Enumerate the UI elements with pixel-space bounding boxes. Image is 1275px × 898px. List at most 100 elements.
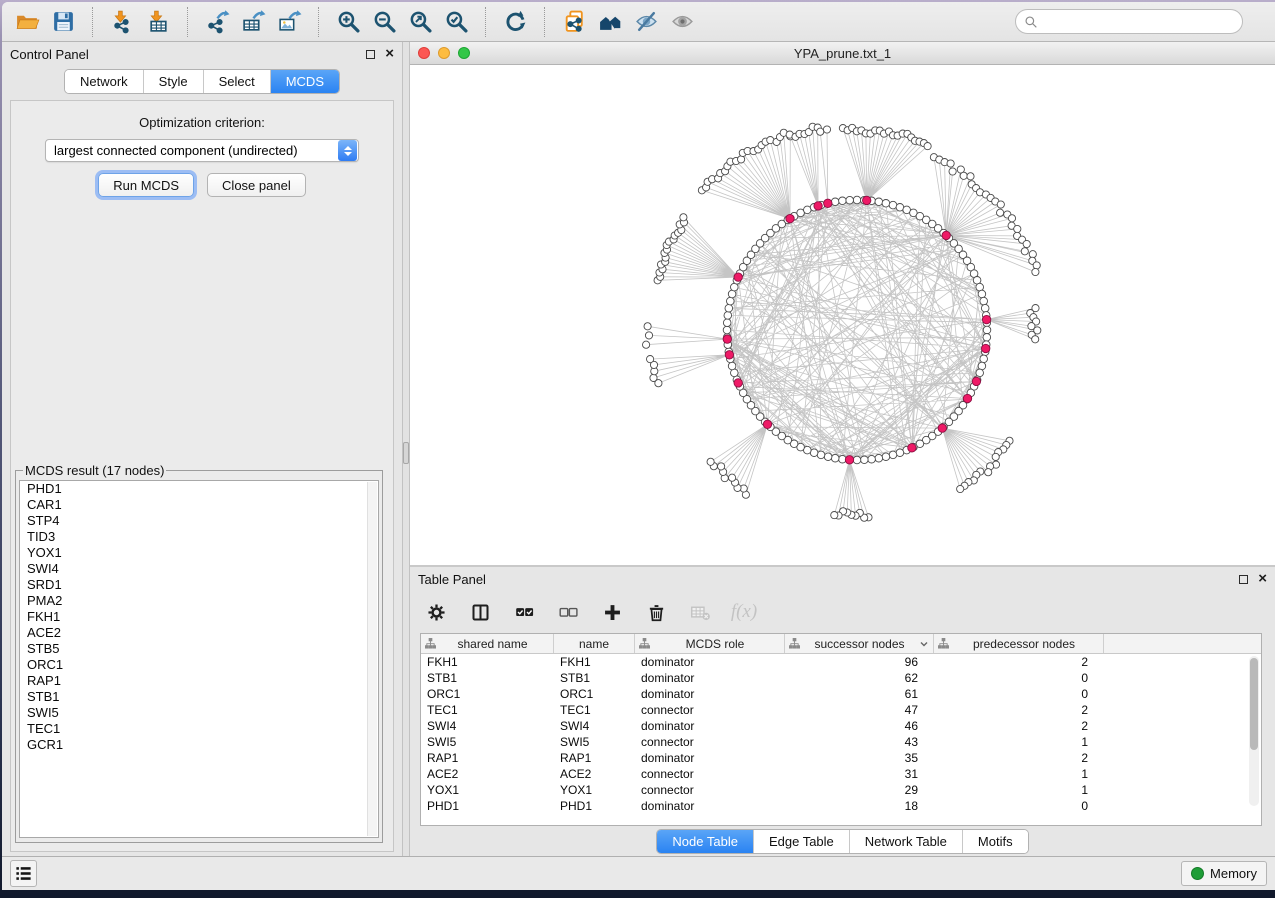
mcds-hub-node[interactable] (938, 424, 946, 432)
network-node[interactable] (983, 326, 991, 334)
mcds-result-item[interactable]: SWI4 (20, 561, 378, 577)
network-node[interactable] (725, 304, 733, 312)
optimization-criterion-select[interactable]: largest connected component (undirected) (45, 139, 359, 162)
zoom-in-button[interactable] (333, 7, 363, 37)
network-node[interactable] (924, 143, 931, 150)
column-header-predecessor-nodes[interactable]: predecessor nodes (934, 634, 1104, 653)
network-node[interactable] (718, 463, 725, 470)
table-row[interactable]: TEC1TEC1connector472 (421, 702, 1261, 718)
network-node[interactable] (728, 290, 736, 298)
home-view-button[interactable] (595, 7, 625, 37)
column-layout-button[interactable] (468, 600, 492, 624)
network-node[interactable] (729, 474, 736, 481)
show-all-button[interactable] (667, 7, 697, 37)
mcds-hub-node[interactable] (982, 315, 990, 323)
network-node[interactable] (831, 512, 838, 519)
mcds-hub-node[interactable] (824, 199, 832, 207)
export-image-button[interactable] (274, 7, 304, 37)
network-node[interactable] (882, 453, 890, 461)
network-node[interactable] (980, 297, 988, 305)
table-row[interactable]: PHD1PHD1dominator180 (421, 798, 1261, 814)
table-row[interactable]: SWI4SWI4dominator462 (421, 718, 1261, 734)
network-node[interactable] (980, 355, 988, 363)
mcds-result-item[interactable]: YOX1 (20, 545, 378, 561)
network-node[interactable] (707, 458, 714, 465)
mcds-result-item[interactable]: TEC1 (20, 721, 378, 737)
network-node[interactable] (644, 323, 651, 330)
network-node[interactable] (896, 449, 904, 457)
network-node[interactable] (1032, 268, 1039, 275)
network-node[interactable] (723, 326, 731, 334)
network-node[interactable] (981, 304, 989, 312)
mcds-hub-node[interactable] (845, 456, 853, 464)
mcds-hub-node[interactable] (863, 196, 871, 204)
network-node[interactable] (889, 201, 897, 209)
tab-node-table[interactable]: Node Table (657, 830, 753, 853)
mcds-hub-node[interactable] (972, 377, 980, 385)
deselect-all-button[interactable] (556, 600, 580, 624)
network-node[interactable] (727, 297, 735, 305)
mcds-result-item[interactable]: STB5 (20, 641, 378, 657)
network-node[interactable] (992, 453, 999, 460)
tab-select[interactable]: Select (203, 70, 270, 93)
table-scrollbar[interactable] (1249, 656, 1259, 806)
import-table-from-file-button[interactable] (143, 7, 173, 37)
column-header-MCDS-role[interactable]: MCDS role (635, 634, 785, 653)
table-row[interactable]: ACE2ACE2connector311 (421, 766, 1261, 782)
mcds-result-item[interactable]: PMA2 (20, 593, 378, 609)
tab-edge-table[interactable]: Edge Table (753, 830, 849, 853)
network-node[interactable] (1008, 215, 1015, 222)
network-node[interactable] (728, 362, 736, 370)
mcds-result-item[interactable]: ACE2 (20, 625, 378, 641)
select-all-button[interactable] (512, 600, 536, 624)
network-node[interactable] (1021, 248, 1028, 255)
close-panel-icon[interactable]: × (385, 48, 394, 60)
network-node[interactable] (723, 319, 731, 327)
network-node[interactable] (817, 128, 824, 135)
network-node[interactable] (976, 283, 984, 291)
column-header-successor-nodes[interactable]: successor nodes (785, 634, 934, 653)
table-row[interactable]: FKH1FKH1dominator962 (421, 654, 1261, 670)
add-column-button[interactable] (600, 600, 624, 624)
network-node[interactable] (967, 173, 974, 180)
mcds-result-item[interactable]: SWI5 (20, 705, 378, 721)
network-node[interactable] (643, 341, 650, 348)
network-window-titlebar[interactable]: YPA_prune.txt_1 (410, 42, 1275, 65)
network-clone-button[interactable] (559, 7, 589, 37)
mcds-result-item[interactable]: RAP1 (20, 673, 378, 689)
network-node[interactable] (1014, 225, 1021, 232)
table-scrollbar-thumb[interactable] (1250, 658, 1258, 750)
mcds-hub-node[interactable] (763, 420, 771, 428)
table-row[interactable]: SWI5SWI5connector431 (421, 734, 1261, 750)
network-node[interactable] (1032, 336, 1039, 343)
network-node[interactable] (960, 172, 967, 179)
network-node[interactable] (817, 451, 825, 459)
import-network-from-file-button[interactable] (107, 7, 137, 37)
network-node[interactable] (997, 201, 1004, 208)
network-node[interactable] (985, 469, 992, 476)
hide-selected-button[interactable] (631, 7, 661, 37)
network-node[interactable] (853, 196, 861, 204)
mcds-hub-node[interactable] (734, 379, 742, 387)
export-table-button[interactable] (238, 7, 268, 37)
float-table-panel-icon[interactable] (1239, 575, 1248, 584)
mcds-result-item[interactable]: STP4 (20, 513, 378, 529)
network-node[interactable] (650, 374, 657, 381)
network-node[interactable] (978, 290, 986, 298)
network-node[interactable] (882, 200, 890, 208)
network-node[interactable] (983, 334, 991, 342)
mcds-result-item[interactable]: PHD1 (20, 481, 378, 497)
tab-motifs[interactable]: Motifs (962, 830, 1028, 853)
zoom-fit-button[interactable] (405, 7, 435, 37)
network-node[interactable] (1023, 240, 1030, 247)
network-node[interactable] (978, 362, 986, 370)
network-node[interactable] (949, 168, 956, 175)
network-node[interactable] (831, 198, 839, 206)
network-node[interactable] (997, 209, 1004, 216)
mcds-hub-node[interactable] (908, 444, 916, 452)
mcds-result-item[interactable]: GCR1 (20, 737, 378, 753)
network-node[interactable] (861, 456, 869, 464)
close-table-panel-icon[interactable]: × (1258, 573, 1267, 585)
tab-style[interactable]: Style (143, 70, 203, 93)
zoom-selected-button[interactable] (441, 7, 471, 37)
